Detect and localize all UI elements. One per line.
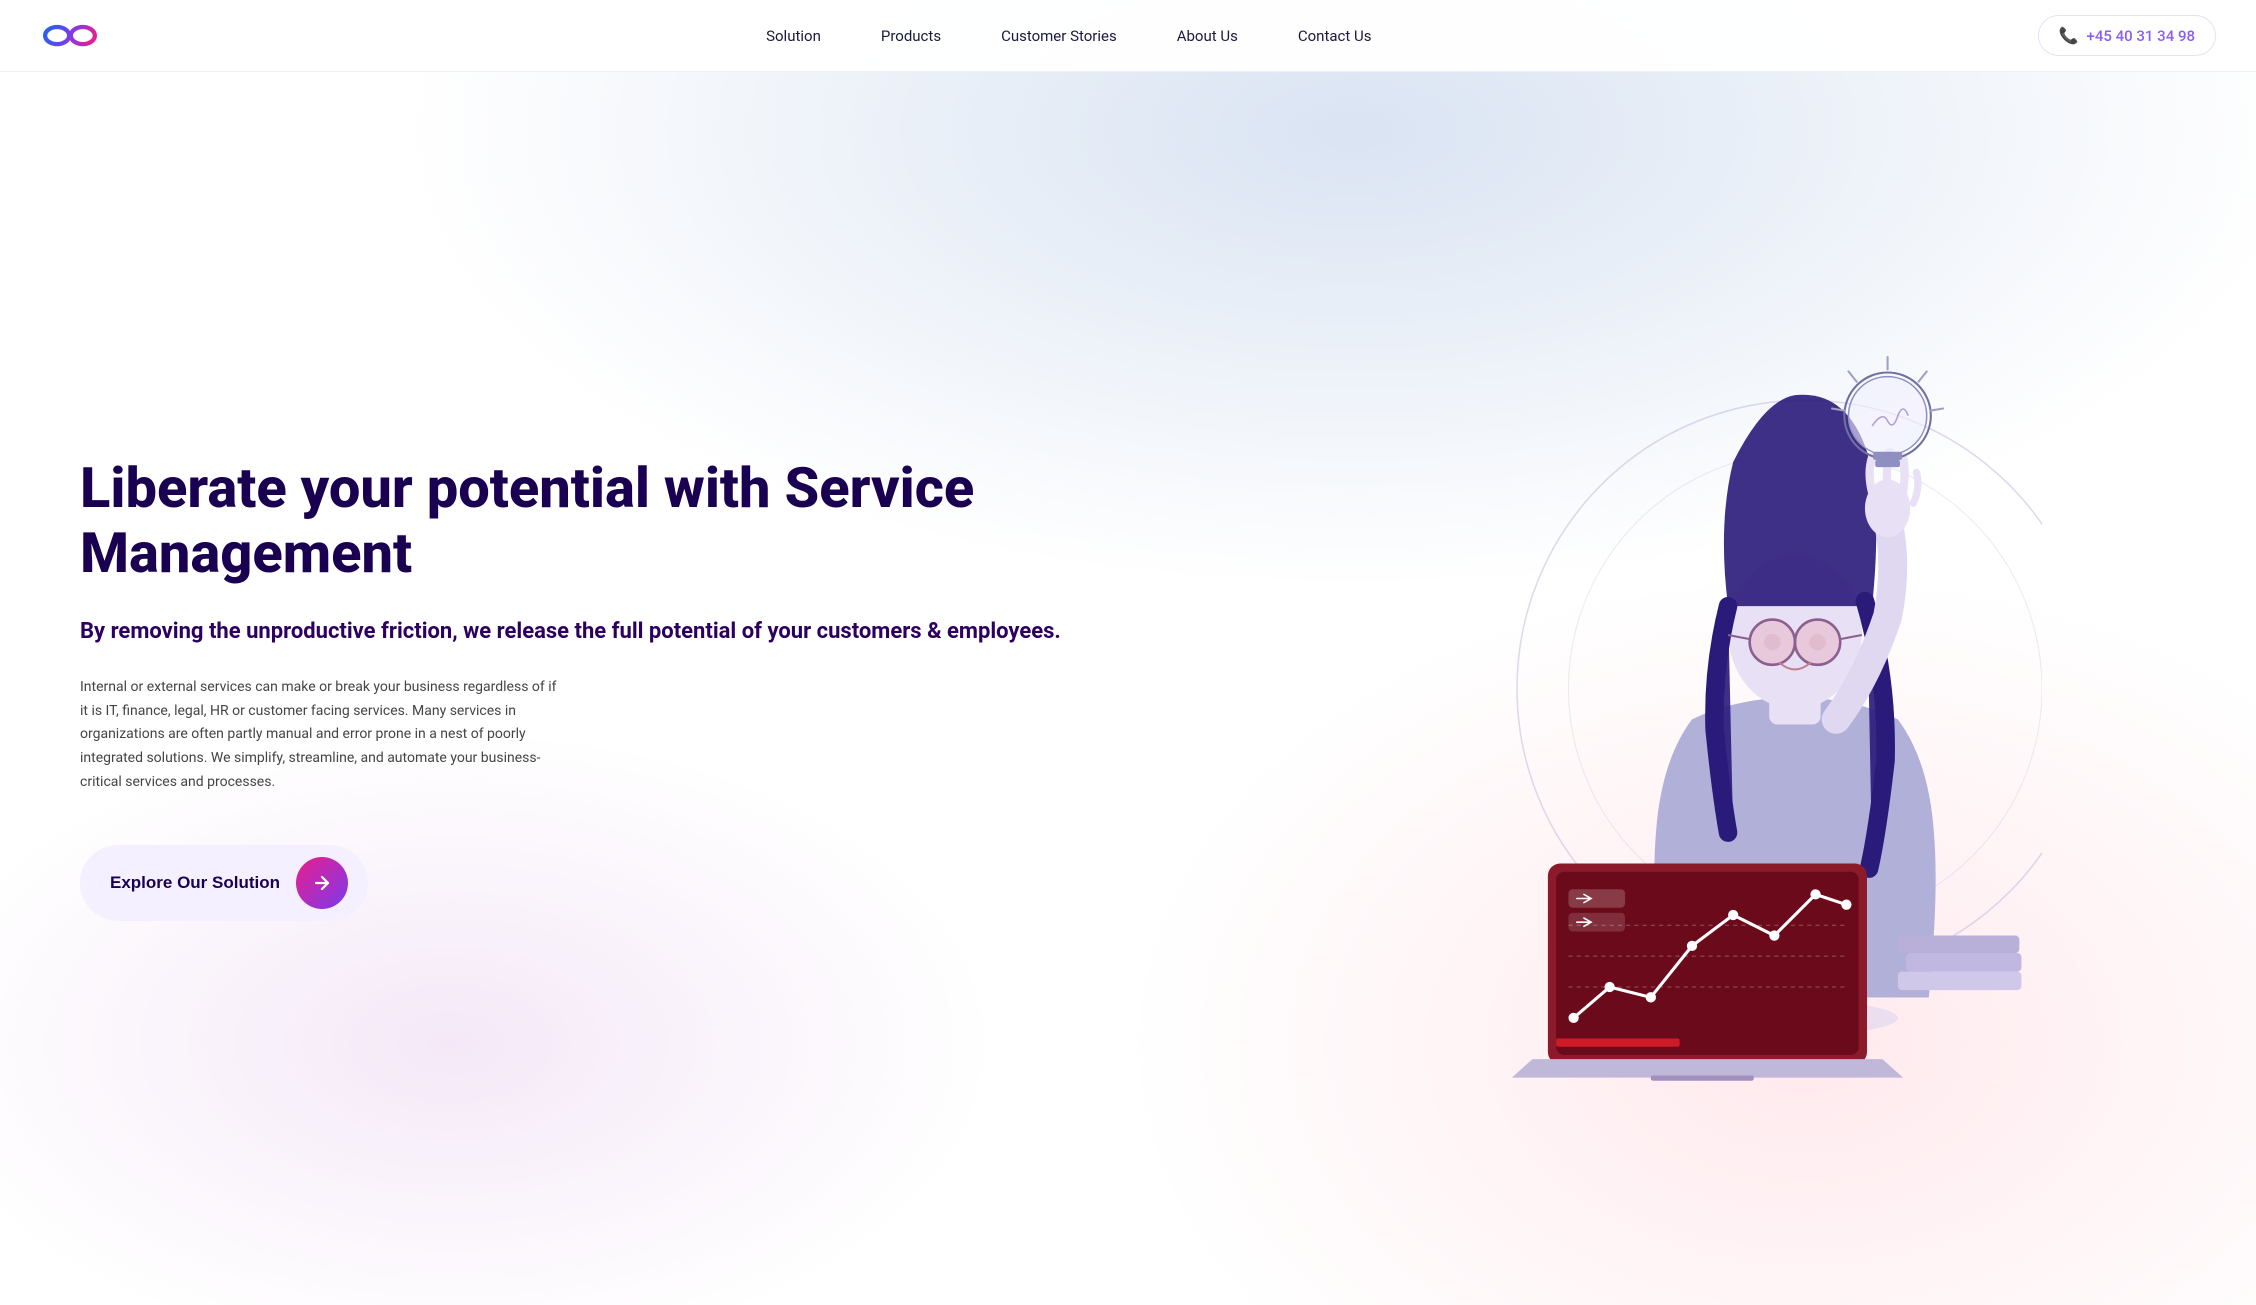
hero-section: Liberate your potential with Service Man…: [0, 0, 2256, 1305]
hero-illustration: [1128, 72, 2256, 1305]
phone-icon: 📞: [2059, 26, 2079, 45]
hero-content: Liberate your potential with Service Man…: [0, 396, 1241, 981]
nav-item-solution[interactable]: Solution: [766, 26, 821, 45]
phone-number: +45 40 31 34 98: [2087, 27, 2196, 45]
nav-links: Solution Products Customer Stories About…: [766, 26, 1371, 45]
hero-headline: Liberate your potential with Service Man…: [80, 456, 1161, 585]
cta-label: Explore Our Solution: [110, 873, 280, 893]
arrow-icon: [296, 857, 348, 909]
phone-button[interactable]: 📞 +45 40 31 34 98: [2038, 15, 2216, 56]
cta-wrap: Explore Our Solution: [80, 845, 1161, 921]
nav-item-customer-stories[interactable]: Customer Stories: [1001, 26, 1117, 45]
main-nav: Solution Products Customer Stories About…: [0, 0, 2256, 72]
hero-subhead: By removing the unproductive friction, w…: [80, 617, 1161, 648]
nav-item-contact-us[interactable]: Contact Us: [1298, 26, 1372, 45]
logo[interactable]: [40, 16, 100, 56]
explore-solution-button[interactable]: Explore Our Solution: [80, 845, 368, 921]
nav-item-products[interactable]: Products: [881, 26, 941, 45]
hero-body: Internal or external services can make o…: [80, 676, 560, 795]
nav-item-about-us[interactable]: About Us: [1177, 26, 1238, 45]
